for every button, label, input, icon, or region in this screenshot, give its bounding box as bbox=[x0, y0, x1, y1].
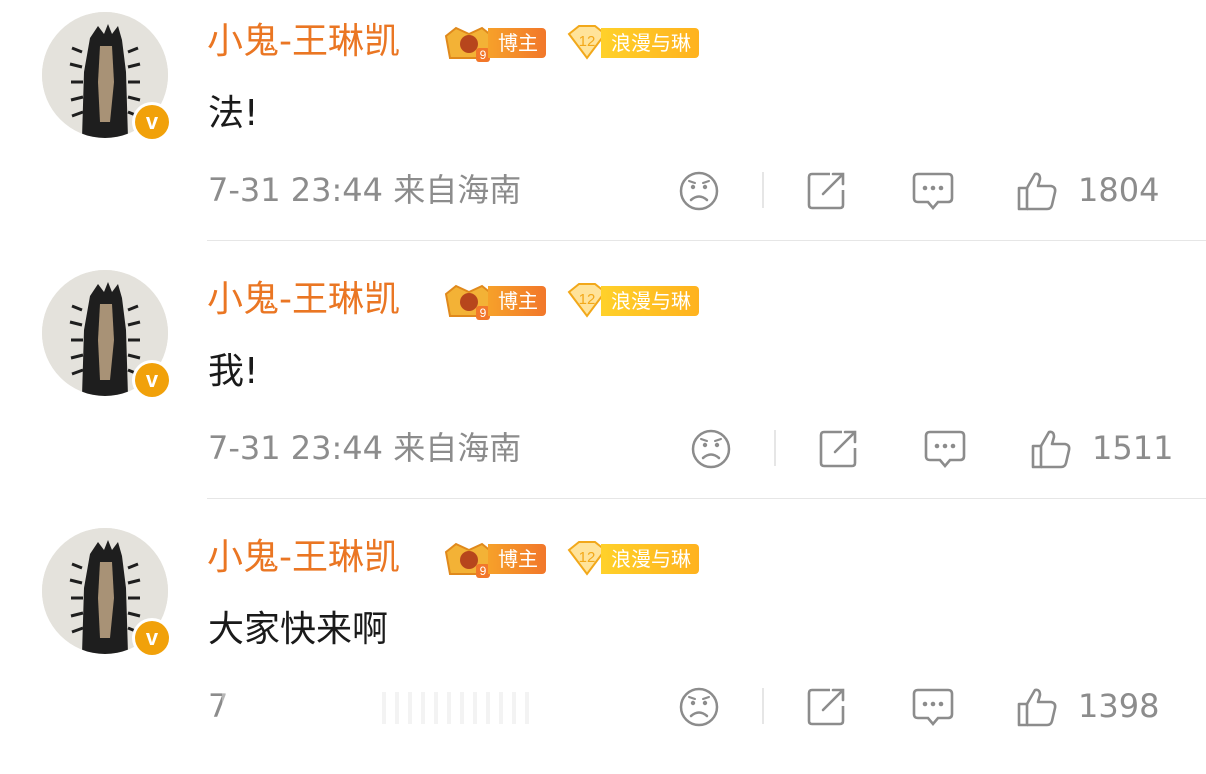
comment-bubble-icon bbox=[924, 430, 966, 469]
fan-badge-label: 浪漫与琳 bbox=[601, 28, 699, 58]
like-count: 1804 bbox=[1078, 171, 1160, 209]
fade-bars bbox=[382, 692, 538, 728]
comment-text: 大家快来啊 bbox=[208, 609, 389, 650]
comment-divider bbox=[207, 498, 1206, 499]
comment-item: v 小鬼-王琳凯 9 博主 12 浪漫与琳 我! 7-31 23:44 来自海南 bbox=[0, 258, 1206, 516]
like-button[interactable] bbox=[1016, 168, 1060, 212]
svg-text:9: 9 bbox=[480, 48, 487, 62]
avatar[interactable]: v bbox=[42, 270, 172, 400]
fan-badge[interactable]: 12 浪漫与琳 bbox=[565, 540, 719, 576]
rank-badge-label: 博主 bbox=[488, 28, 546, 58]
repost-button[interactable] bbox=[806, 168, 850, 212]
rank-badge[interactable]: 9 博主 bbox=[442, 24, 554, 62]
thumbs-up-icon bbox=[1017, 688, 1057, 727]
rank-badge-label: 博主 bbox=[488, 286, 546, 316]
comment-button[interactable] bbox=[912, 684, 956, 728]
dislike-button[interactable] bbox=[678, 684, 722, 728]
comment-text: 法! bbox=[208, 93, 259, 134]
meta-fade-overlay bbox=[222, 686, 552, 730]
comment-meta: 7-31 23:44 来自海南 bbox=[208, 168, 521, 212]
like-count: 1511 bbox=[1092, 429, 1174, 467]
avatar[interactable]: v bbox=[42, 12, 172, 142]
fan-badge[interactable]: 12 浪漫与琳 bbox=[565, 282, 719, 318]
comment-location: 来自海南 bbox=[393, 171, 522, 209]
sad-face-icon bbox=[679, 687, 719, 727]
fan-badge[interactable]: 12 浪漫与琳 bbox=[565, 24, 719, 60]
svg-text:12: 12 bbox=[579, 291, 596, 308]
svg-text:12: 12 bbox=[579, 549, 596, 566]
dislike-button[interactable] bbox=[678, 168, 722, 212]
verified-v-icon: v bbox=[135, 105, 169, 139]
verified-v-icon: v bbox=[135, 621, 169, 655]
username[interactable]: 小鬼-王琳凯 bbox=[207, 20, 400, 64]
repost-button[interactable] bbox=[818, 426, 862, 470]
comment-bubble-icon bbox=[912, 172, 954, 211]
rank-badge-label: 博主 bbox=[488, 544, 546, 574]
svg-text:12: 12 bbox=[579, 33, 596, 50]
comment-meta: 7-31 23:44 来自海南 bbox=[208, 426, 521, 470]
thumbs-up-icon bbox=[1031, 430, 1071, 469]
thumbs-up-icon bbox=[1017, 172, 1057, 211]
verified-badge: v bbox=[132, 618, 172, 658]
divider bbox=[762, 688, 764, 724]
comment-time: 7-31 23:44 bbox=[208, 171, 384, 209]
svg-text:9: 9 bbox=[480, 564, 487, 578]
sad-face-icon bbox=[691, 429, 731, 469]
comment-button[interactable] bbox=[912, 168, 956, 212]
comment-item: v 小鬼-王琳凯 9 博主 12 浪漫与琳 法! 7-31 23:44 来自海南 bbox=[0, 0, 1206, 258]
verified-badge: v bbox=[132, 102, 172, 142]
comment-location: 来自海南 bbox=[393, 429, 522, 467]
divider bbox=[762, 172, 764, 208]
share-icon bbox=[807, 688, 845, 726]
avatar[interactable]: v bbox=[42, 528, 172, 658]
like-count: 1398 bbox=[1078, 687, 1160, 725]
sad-face-icon bbox=[679, 171, 719, 211]
rank-badge[interactable]: 9 博主 bbox=[442, 540, 554, 578]
svg-text:9: 9 bbox=[480, 306, 487, 320]
rank-badge[interactable]: 9 博主 bbox=[442, 282, 554, 320]
comment-bubble-icon bbox=[912, 688, 954, 727]
divider bbox=[774, 430, 776, 466]
repost-button[interactable] bbox=[806, 684, 850, 728]
share-icon bbox=[819, 430, 857, 468]
username[interactable]: 小鬼-王琳凯 bbox=[207, 536, 400, 580]
comment-divider bbox=[207, 240, 1206, 241]
comment-time: 7-31 23:44 bbox=[208, 429, 384, 467]
share-icon bbox=[807, 172, 845, 210]
like-button[interactable] bbox=[1030, 426, 1074, 470]
comment-button[interactable] bbox=[924, 426, 968, 470]
comment-item: v 小鬼-王琳凯 9 博主 12 浪漫与琳 大家快来啊 7 1398 bbox=[0, 516, 1206, 774]
dislike-button[interactable] bbox=[690, 426, 734, 470]
verified-badge: v bbox=[132, 360, 172, 400]
like-button[interactable] bbox=[1016, 684, 1060, 728]
fan-badge-label: 浪漫与琳 bbox=[601, 544, 699, 574]
username[interactable]: 小鬼-王琳凯 bbox=[207, 278, 400, 322]
fan-badge-label: 浪漫与琳 bbox=[601, 286, 699, 316]
comment-text: 我! bbox=[208, 351, 259, 392]
verified-v-icon: v bbox=[135, 363, 169, 397]
